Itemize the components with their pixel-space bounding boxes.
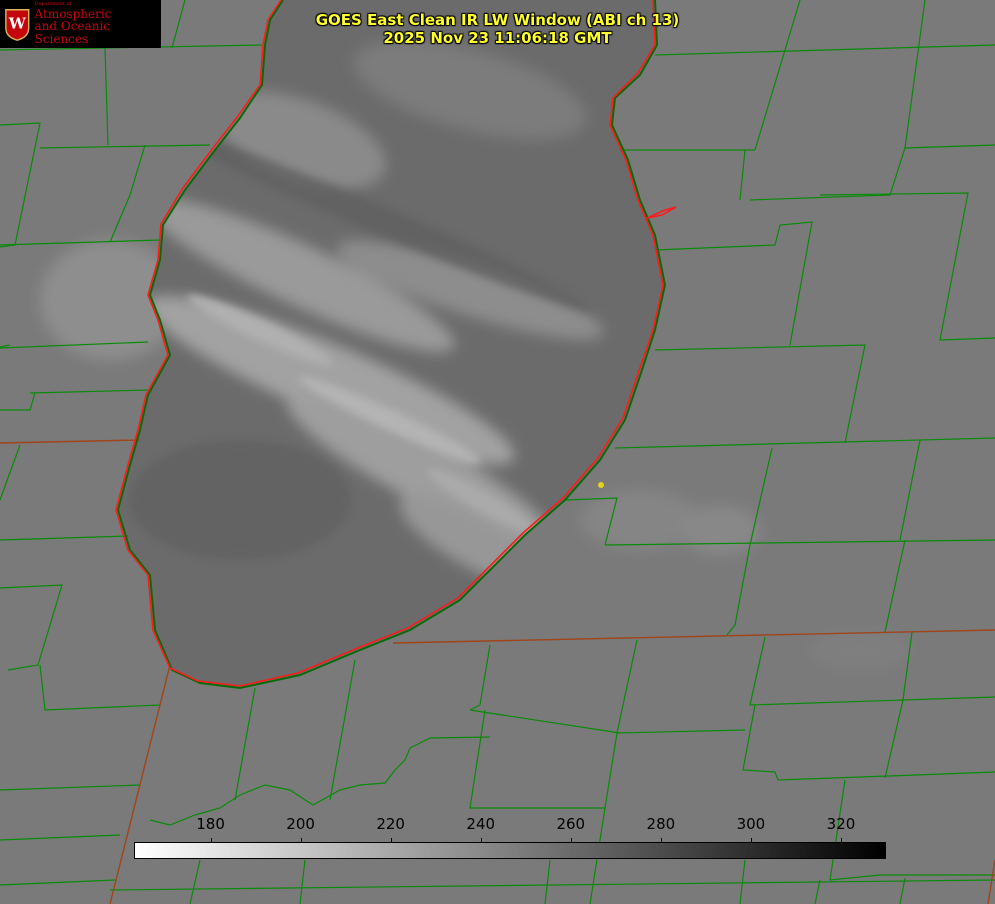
station-marker xyxy=(598,482,604,488)
title-line1: GOES East Clean IR LW Window (ABI ch 13) xyxy=(315,11,680,29)
colorbar-tick-label: 220 xyxy=(376,815,405,833)
colorbar-tick-label: 320 xyxy=(826,815,856,833)
colorbar-tick-mark xyxy=(391,838,392,843)
colorbar-tick-mark xyxy=(301,838,302,843)
colorbar-tick-label: 280 xyxy=(646,815,676,833)
colorbar-tick-label: 260 xyxy=(556,815,586,833)
colorbar-tick-mark xyxy=(841,838,842,843)
colorbar-tick-label: 180 xyxy=(196,815,225,833)
colorbar-tick-label: 300 xyxy=(736,815,766,833)
title-line2: 2025 Nov 23 11:06:18 GMT xyxy=(383,29,612,47)
colorbar-tick-mark xyxy=(481,838,482,843)
image-title: GOES East Clean IR LW Window (ABI ch 13)… xyxy=(0,11,995,47)
colorbar-tick-label: 240 xyxy=(466,815,496,833)
colorbar-tick-mark xyxy=(211,838,212,843)
colorbar-tick-mark xyxy=(751,838,752,843)
satellite-image: W Department of Atmospheric and Oceanic … xyxy=(0,0,995,904)
colorbar-tick-label: 200 xyxy=(286,815,315,833)
colorbar-tick-mark xyxy=(661,838,662,843)
colorbar-tick-mark xyxy=(571,838,572,843)
colorbar xyxy=(134,842,886,859)
map xyxy=(0,0,995,904)
